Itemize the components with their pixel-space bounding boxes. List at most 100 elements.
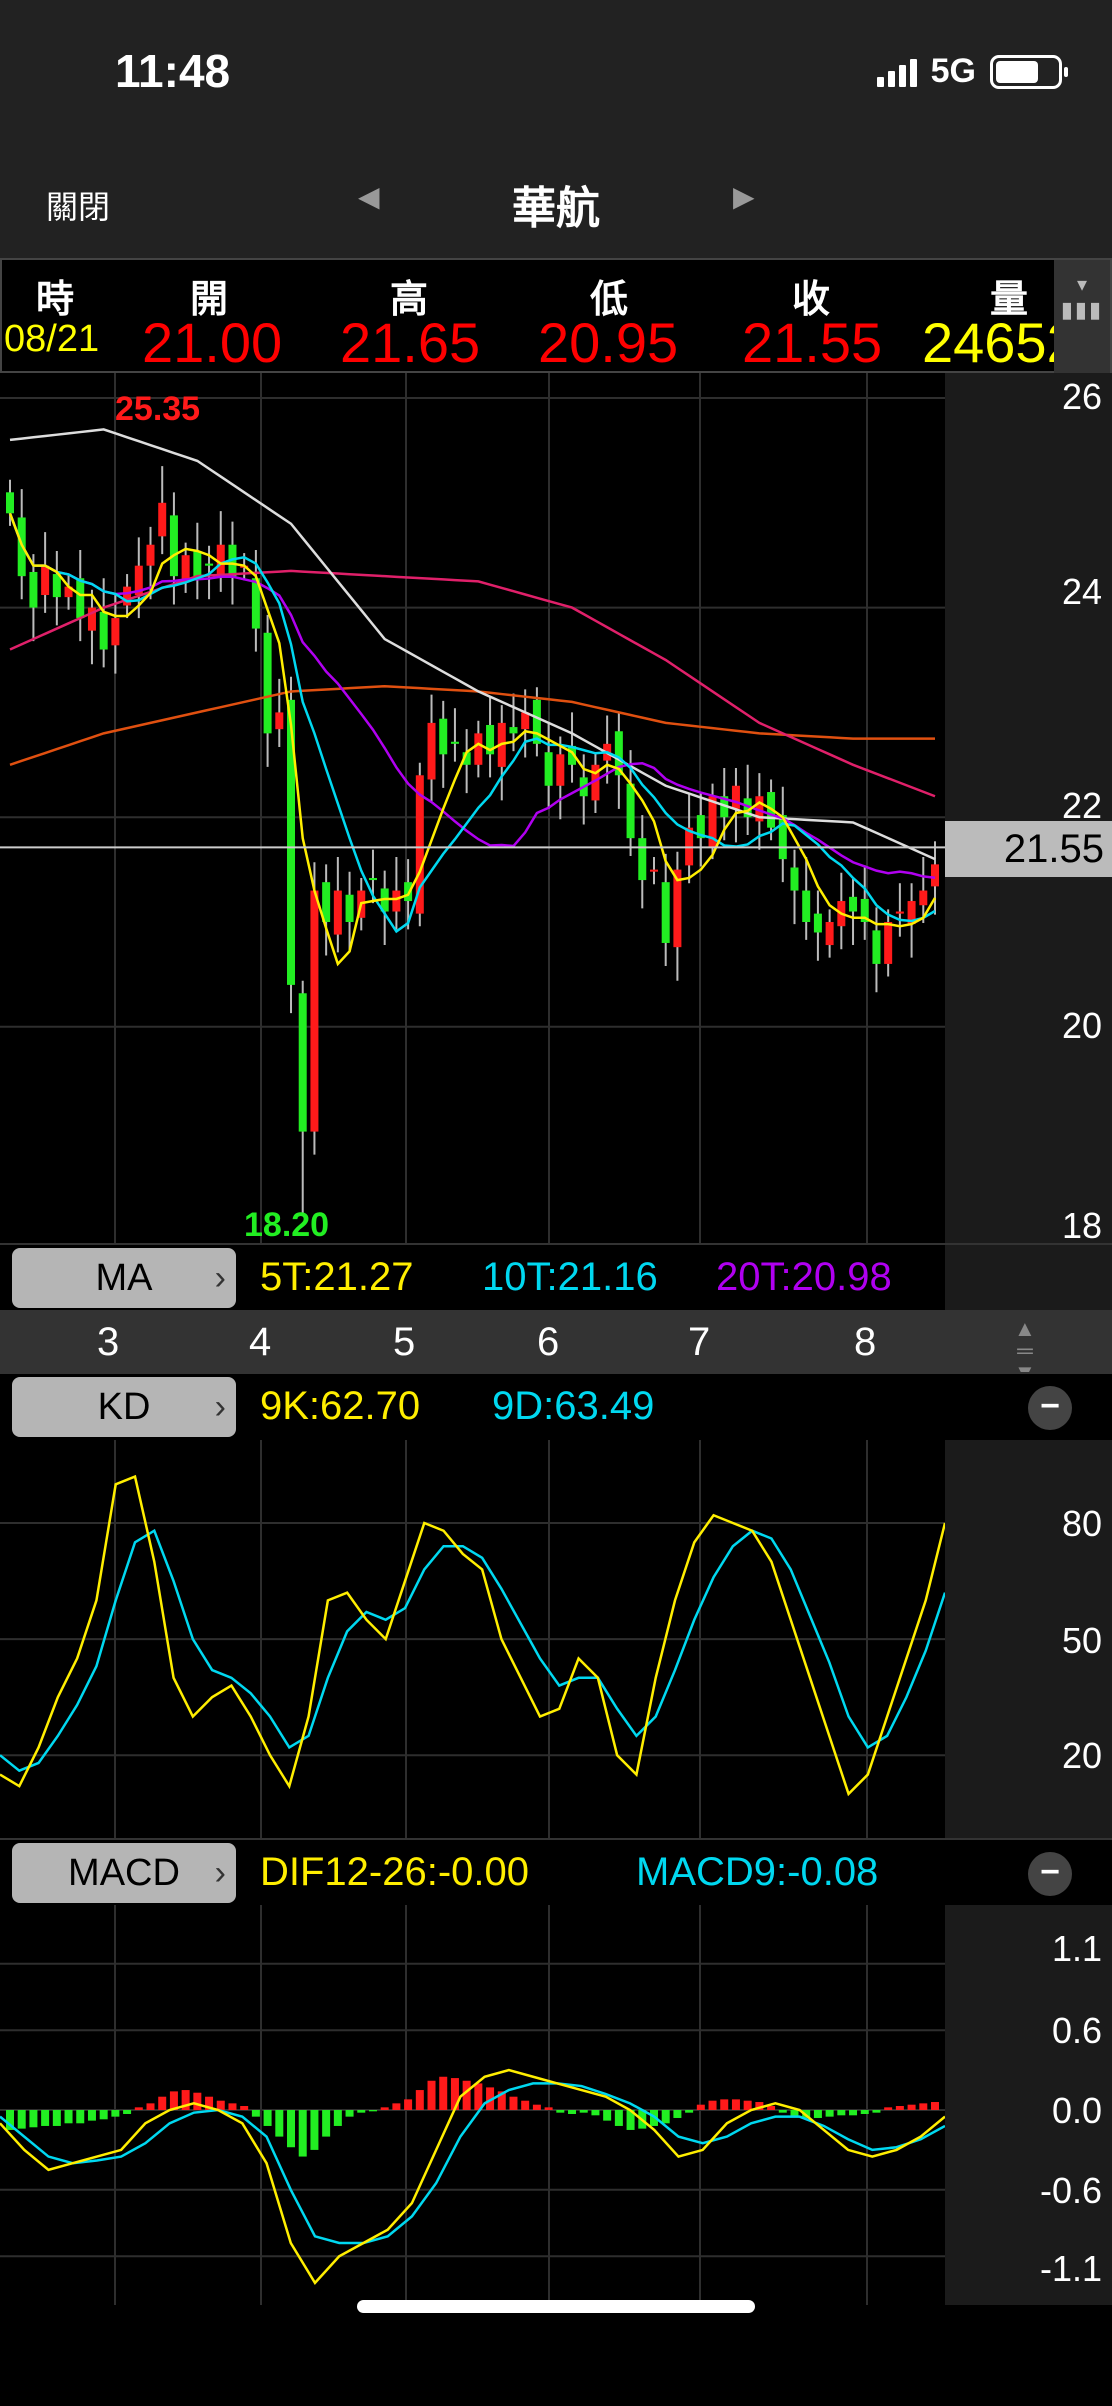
macd-histogram-bar: [743, 2100, 752, 2110]
price-axis: 26 24 22 20 18 21.55: [945, 373, 1112, 1246]
macd-histogram-bar: [568, 2110, 577, 2114]
macd-histogram-bar: [17, 2110, 26, 2129]
ma20-value: 20T:20.98: [716, 1255, 892, 1299]
candle: [884, 922, 893, 964]
macd-tick: 1.1: [1051, 1928, 1102, 1969]
macd-signal-line: [0, 2082, 945, 2245]
candle: [275, 712, 284, 730]
macd-histogram-bar: [907, 2104, 916, 2110]
macd-chart[interactable]: [0, 1905, 945, 2305]
header-time: 時: [36, 279, 75, 321]
macd-histogram-bar: [439, 2076, 448, 2110]
macd-histogram-bar: [731, 2099, 740, 2110]
k-value: 9K:62.70: [260, 1384, 421, 1428]
candle: [181, 555, 190, 581]
macd-histogram-bar: [87, 2110, 96, 2121]
candle: [544, 752, 553, 786]
remove-macd-button[interactable]: −: [1028, 1852, 1072, 1896]
kd-axis: 80 50 20: [945, 1440, 1112, 1838]
macd-histogram-bar: [251, 2110, 260, 2117]
candle: [931, 864, 939, 887]
kd-button[interactable]: KD ›: [12, 1377, 236, 1437]
network-label: 5G: [930, 52, 976, 90]
candle: [298, 993, 307, 1132]
macd-histogram-bar: [52, 2110, 61, 2126]
quote-panel: 時 開 高 低 收 量 08/21 21.00 21.65 20.95 21.5…: [0, 258, 1112, 374]
next-stock-icon[interactable]: ▶: [733, 180, 755, 213]
candle: [919, 890, 928, 906]
macd-button[interactable]: MACD ›: [12, 1843, 236, 1903]
kd-chart[interactable]: [0, 1440, 945, 1838]
macd-histogram-bar: [216, 2100, 225, 2110]
high-value: 21.65: [340, 311, 481, 374]
candle: [450, 741, 459, 744]
ma240-line: [9, 684, 935, 766]
macd-tick: 0.6: [1051, 2010, 1102, 2051]
price-tick: 24: [1061, 571, 1102, 612]
candle: [52, 574, 61, 598]
quote-menu-button[interactable]: ▾ ▮▮▮: [1054, 260, 1110, 373]
price-chart[interactable]: [0, 373, 945, 1243]
chevron-right-icon: ›: [214, 1258, 226, 1297]
status-icons: 5G: [876, 52, 1068, 91]
candle: [427, 722, 436, 780]
macd-histogram-bar: [860, 2110, 869, 2114]
macd-histogram-bar: [825, 2110, 834, 2117]
macd-histogram-bar: [872, 2110, 881, 2113]
macd-histogram-bar: [263, 2110, 272, 2126]
macd-histogram-bar: [298, 2110, 307, 2157]
macd-histogram-bar: [368, 2110, 377, 2112]
candle: [872, 930, 881, 964]
macd-histogram-bar: [64, 2110, 73, 2124]
close-value: 21.55: [742, 311, 883, 374]
macd-histogram-bar: [579, 2110, 588, 2113]
macd-histogram-bar: [895, 2106, 904, 2110]
macd-histogram-bar: [158, 2096, 167, 2110]
price-tick: 26: [1061, 376, 1102, 417]
price-tick: 18: [1061, 1205, 1102, 1246]
remove-kd-button[interactable]: −: [1028, 1386, 1072, 1430]
current-price-label: 21.55: [945, 821, 1112, 877]
candle: [333, 890, 342, 935]
home-indicator[interactable]: [357, 2300, 755, 2313]
menu-icon: ▾: [1076, 274, 1088, 296]
macd-histogram-bar: [310, 2110, 319, 2150]
macd-histogram-bar: [837, 2110, 846, 2116]
macd-histogram-bar: [415, 2090, 424, 2110]
candle: [474, 733, 483, 765]
top-bar: 11:48 5G 關閉 ◀ 華航 ▶: [0, 0, 1112, 258]
macd-axis: 1.1 0.6 0.0 -0.6 -1.1: [945, 1905, 1112, 2305]
macd-tick: -0.6: [1039, 2170, 1102, 2211]
open-value: 21.00: [142, 311, 283, 374]
candle: [216, 544, 225, 575]
candle: [638, 838, 647, 881]
candle: [345, 894, 354, 922]
kd-tick: 80: [1061, 1503, 1102, 1544]
candle: [169, 515, 178, 577]
candle: [825, 922, 834, 946]
candle: [41, 565, 50, 596]
candle: [439, 718, 448, 755]
candle: [649, 869, 658, 872]
candle: [509, 727, 518, 734]
macd-histogram-bar: [509, 2096, 518, 2110]
ma60-line: [9, 428, 936, 861]
signal-icon: [876, 57, 917, 87]
chevron-right-icon: ›: [214, 1853, 226, 1892]
macd-bar: MACD › DIF12-26:-0.00 MACD9:-0.08 −: [0, 1838, 1112, 1905]
candle: [532, 699, 541, 744]
date-label: 6: [537, 1320, 560, 1364]
date-label: 8: [854, 1320, 877, 1364]
ma-button[interactable]: MA ›: [12, 1248, 236, 1308]
date-label: 7: [688, 1320, 711, 1364]
macd-histogram-bar: [193, 2092, 202, 2110]
macd-histogram-bar: [685, 2110, 694, 2113]
candle: [813, 913, 822, 933]
ma10-value: 10T:21.16: [482, 1255, 658, 1299]
macd-histogram-bar: [673, 2110, 682, 2118]
candle: [790, 867, 799, 891]
candle: [76, 578, 85, 619]
date-label: 3: [97, 1320, 120, 1364]
macd-histogram-bar: [919, 2103, 928, 2110]
kd-tick: 50: [1061, 1620, 1102, 1661]
